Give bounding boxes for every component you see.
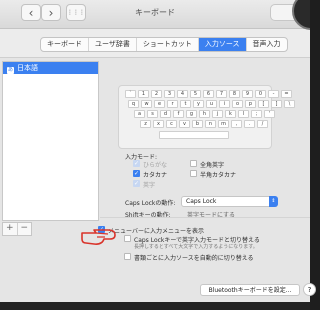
auto-switch-source-label: 書類ごとに入力ソースを自動的に切り替える	[134, 255, 254, 262]
key: f	[173, 110, 184, 118]
list-edit-buttons: + −	[2, 222, 32, 236]
key-row: a s d f g h j k l; '	[134, 110, 275, 118]
divider	[100, 217, 310, 218]
key: 5	[190, 90, 201, 98]
key: u	[206, 100, 217, 108]
caps-lock-behavior-label: Caps Lockの動作:	[125, 200, 176, 207]
key: 2	[151, 90, 162, 98]
caps-lock-switch-sublabel: 長押しするとすべて大文字で入力するようになります。	[134, 244, 258, 250]
desktop-background	[0, 302, 310, 310]
mode-katakana-checkbox[interactable]: ✓	[133, 170, 140, 177]
list-item-label: 日本語	[17, 64, 38, 72]
key: ;	[251, 110, 262, 118]
key: m	[218, 120, 229, 128]
mode-hiragana-checkbox: ✓	[133, 160, 140, 167]
remove-source-button[interactable]: −	[18, 223, 32, 235]
key: o	[232, 100, 243, 108]
key: x	[153, 120, 164, 128]
key: w	[141, 100, 152, 108]
key: z	[140, 120, 151, 128]
mode-fullwidth-roman-label: 全角英字	[200, 162, 225, 169]
add-source-button[interactable]: +	[3, 223, 18, 235]
key: 9	[242, 90, 253, 98]
key: v	[179, 120, 190, 128]
key-row: z x c v b n m,. /	[140, 120, 268, 128]
key: c	[166, 120, 177, 128]
mode-fullwidth-roman-checkbox[interactable]	[190, 160, 197, 167]
key: /	[257, 120, 268, 128]
space-key	[159, 131, 229, 139]
mode-halfwidth-katakana-checkbox[interactable]	[190, 170, 197, 177]
key-row: q w e r t y u i o p[] \	[128, 100, 295, 108]
mode-halfwidth-katakana-label: 半角カタカナ	[200, 172, 237, 179]
tab-input-sources[interactable]: 入力ソース	[198, 38, 247, 51]
mode-roman-checkbox: ✓	[133, 180, 140, 187]
mode-hiragana-label: ひらがな	[143, 162, 168, 169]
avatar	[292, 0, 310, 30]
caps-lock-value: Caps Lock	[186, 198, 217, 205]
tab-shortcuts[interactable]: ショートカット	[137, 38, 199, 51]
mode-roman-label: 英字	[143, 182, 156, 189]
key: [	[258, 100, 269, 108]
key: e	[154, 100, 165, 108]
pointing-hand-icon	[81, 229, 116, 245]
mode-katakana-label: カタカナ	[143, 172, 168, 179]
key: =	[281, 90, 292, 98]
input-sources-panel: あ日本語 + − ` 1 2 3 4 5 6 7 8 9 0- = q w e r t y u i o p[] \ asd…	[0, 57, 310, 302]
caps-lock-switch-checkbox[interactable]	[124, 235, 131, 242]
key: 1	[138, 90, 149, 98]
key: `	[125, 90, 136, 98]
list-item[interactable]: あ日本語	[3, 62, 98, 74]
keyboard-preview: ` 1 2 3 4 5 6 7 8 9 0- = q w e r t y u i o p[] \ a s d f g h j k l; ' …	[118, 85, 295, 149]
key: 7	[216, 90, 227, 98]
key: '	[264, 110, 275, 118]
tab-keyboard[interactable]: キーボード	[41, 38, 89, 51]
caps-lock-behavior-select[interactable]: Caps Lock ⇕	[181, 196, 278, 207]
key: s	[147, 110, 158, 118]
key: 4	[177, 90, 188, 98]
key: j	[212, 110, 223, 118]
key: 0	[255, 90, 266, 98]
keyboard-preferences-window: ‹ › ⋮⋮⋮ キーボード キーボード ユーザ辞書 ショートカット 入力ソース …	[0, 0, 310, 302]
key: t	[180, 100, 191, 108]
key: ]	[271, 100, 282, 108]
setup-bluetooth-keyboard-button[interactable]: Bluetoothキーボードを設定...	[200, 284, 300, 296]
key: q	[128, 100, 139, 108]
key: \	[284, 100, 295, 108]
key: ,	[231, 120, 242, 128]
show-input-menu-label: メニューバーに入力メニューを表示	[108, 228, 204, 235]
key: l	[238, 110, 249, 118]
auto-switch-source-checkbox[interactable]	[124, 253, 131, 260]
key: p	[245, 100, 256, 108]
key: y	[193, 100, 204, 108]
window-title: キーボード	[135, 8, 175, 17]
key: 3	[164, 90, 175, 98]
tab-dictation[interactable]: 音声入力	[247, 38, 287, 51]
key: -	[268, 90, 279, 98]
japanese-flag-icon: あ	[7, 67, 14, 74]
key-row: ` 1 2 3 4 5 6 7 8 9 0- =	[125, 90, 292, 98]
tab-user-dictionary[interactable]: ユーザ辞書	[89, 38, 137, 51]
key: b	[192, 120, 203, 128]
key: g	[186, 110, 197, 118]
key: .	[244, 120, 255, 128]
help-button[interactable]: ?	[303, 283, 316, 296]
key: h	[199, 110, 210, 118]
key: r	[167, 100, 178, 108]
chevron-updown-icon: ⇕	[269, 196, 278, 207]
title-bar: ‹ › ⋮⋮⋮ キーボード	[0, 0, 310, 30]
key-row	[159, 131, 229, 139]
key: 6	[203, 90, 214, 98]
key: 8	[229, 90, 240, 98]
key: n	[205, 120, 216, 128]
tab-bar: キーボード ユーザ辞書 ショートカット 入力ソース 音声入力	[40, 37, 288, 52]
key: k	[225, 110, 236, 118]
input-source-list: あ日本語	[2, 61, 99, 221]
key: a	[134, 110, 145, 118]
key: d	[160, 110, 171, 118]
key: i	[219, 100, 230, 108]
